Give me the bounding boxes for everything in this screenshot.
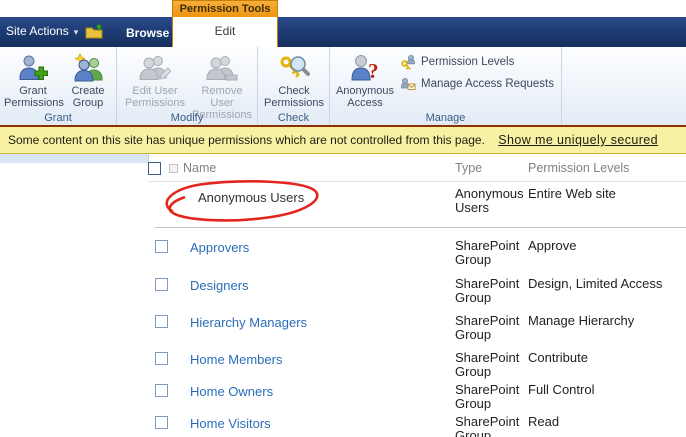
check-permissions-icon <box>278 52 310 84</box>
row-permission-levels: Full Control <box>528 382 595 397</box>
navigate-up-icon[interactable] <box>85 23 105 39</box>
table-row-home-visitors: Home Visitors SharePoint Group Read <box>0 414 686 437</box>
group-link[interactable]: Home Visitors <box>190 416 271 431</box>
ribbon-group-label-check: Check <box>277 112 310 124</box>
chevron-down-icon: ▾ <box>73 27 79 37</box>
row-permission-levels: Design, Limited Access <box>528 276 663 291</box>
row-permission-levels: Entire Web site <box>528 186 616 201</box>
permission-levels-label: Permission Levels <box>421 56 515 68</box>
row-type: SharePoint Group <box>455 238 520 267</box>
title-strip <box>0 0 686 16</box>
row-checkbox[interactable] <box>155 416 168 429</box>
permission-levels-button[interactable]: Permission Levels <box>400 54 514 70</box>
contextual-tab-group-permission-tools[interactable]: Permission Tools <box>172 0 278 17</box>
column-header-name[interactable]: Name <box>183 161 216 175</box>
row-separator <box>155 227 686 228</box>
table-row-home-members: Home Members SharePoint Group Contribute <box>0 350 686 384</box>
remove-user-permissions-button[interactable]: Remove User Permissions <box>189 50 255 121</box>
ribbon: Grant Permissions Create Group Grant Edi… <box>0 47 686 125</box>
ribbon-group-label-modify: Modify <box>170 112 204 124</box>
group-link[interactable]: Approvers <box>190 240 249 255</box>
ribbon-group-grant: Grant Permissions Create Group Grant <box>0 47 117 125</box>
anonymous-access-button[interactable]: ? Anonymous Access <box>334 50 396 109</box>
grant-permissions-label: Grant Permissions <box>4 85 64 109</box>
ribbon-group-modify: Edit User Permissions Remove User Permis… <box>117 47 258 125</box>
status-message: Some content on this site has unique per… <box>8 133 485 147</box>
manage-access-requests-button[interactable]: Manage Access Requests <box>400 76 554 92</box>
row-type: SharePoint Group <box>455 414 520 437</box>
table-row-designers: Designers SharePoint Group Design, Limit… <box>0 276 686 310</box>
edit-user-permissions-label: Edit User Permissions <box>125 85 185 109</box>
svg-text:?: ? <box>368 59 379 83</box>
tab-edit[interactable]: Edit <box>172 17 278 47</box>
anonymous-access-icon: ? <box>349 52 381 84</box>
tab-browse[interactable]: Browse <box>118 24 177 42</box>
table-row-home-owners: Home Owners SharePoint Group Full Contro… <box>0 382 686 416</box>
permission-levels-icon <box>400 54 416 70</box>
status-bar: Some content on this site has unique per… <box>0 127 686 154</box>
manage-access-requests-label: Manage Access Requests <box>421 78 554 90</box>
row-type: SharePoint Group <box>455 276 520 305</box>
ribbon-group-label-manage: Manage <box>425 112 466 124</box>
create-group-button[interactable]: Create Group <box>62 50 114 109</box>
grant-permissions-icon <box>17 52 49 84</box>
edit-user-permissions-icon <box>139 52 172 84</box>
sharepoint-permissions-page: Permission Tools Site Actions ▾ Browse Ed… <box>0 0 686 437</box>
row-type: SharePoint Group <box>455 350 520 379</box>
create-group-icon <box>72 52 104 84</box>
group-link[interactable]: Home Owners <box>190 384 273 399</box>
row-permission-levels: Contribute <box>528 350 588 365</box>
row-type: Anonymous Users <box>455 186 524 215</box>
show-uniquely-secured-link[interactable]: Show me uniquely secured <box>498 133 658 147</box>
column-header-permission-levels[interactable]: Permission Levels <box>528 161 629 175</box>
row-permission-levels: Manage Hierarchy <box>528 313 635 328</box>
group-link[interactable]: Hierarchy Managers <box>190 315 307 330</box>
quick-launch-top-strip <box>0 154 149 163</box>
ribbon-group-check: Check Permissions Check <box>258 47 330 125</box>
row-type: SharePoint Group <box>455 382 520 411</box>
ribbon-group-label-grant: Grant <box>44 112 72 124</box>
row-checkbox[interactable] <box>155 240 168 253</box>
row-checkbox[interactable] <box>155 315 168 328</box>
anonymous-access-label: Anonymous Access <box>335 85 395 109</box>
header-divider <box>148 181 686 182</box>
check-permissions-label: Check Permissions <box>264 85 324 109</box>
header-sort-icon <box>169 164 178 173</box>
table-row-anonymous-users: Anonymous Users Anonymous Users Entire W… <box>0 186 686 220</box>
ribbon-group-manage: ? Anonymous Access Permission Levels Man… <box>330 47 562 125</box>
edit-user-permissions-button[interactable]: Edit User Permissions <box>123 50 187 109</box>
row-name-text[interactable]: Anonymous Users <box>198 190 304 205</box>
top-navigation-bar: Site Actions ▾ Browse Edit <box>0 17 686 47</box>
table-row-hierarchy-managers: Hierarchy Managers SharePoint Group Mana… <box>0 313 686 347</box>
grant-permissions-button[interactable]: Grant Permissions <box>4 50 64 109</box>
site-actions-menu[interactable]: Site Actions ▾ <box>6 24 78 38</box>
manage-access-requests-icon <box>400 76 416 92</box>
select-all-checkbox[interactable] <box>148 162 161 175</box>
row-type: SharePoint Group <box>455 313 520 342</box>
group-link[interactable]: Home Members <box>190 352 282 367</box>
row-checkbox[interactable] <box>155 278 168 291</box>
group-link[interactable]: Designers <box>190 278 249 293</box>
site-actions-label: Site Actions <box>6 24 69 38</box>
check-permissions-button[interactable]: Check Permissions <box>260 50 328 109</box>
remove-user-permissions-icon <box>206 52 238 84</box>
row-checkbox[interactable] <box>155 352 168 365</box>
column-header-type[interactable]: Type <box>455 161 482 175</box>
row-permission-levels: Read <box>528 414 560 429</box>
create-group-label: Create Group <box>71 85 105 109</box>
row-checkbox[interactable] <box>155 384 168 397</box>
table-row-approvers: Approvers SharePoint Group Approve <box>0 238 686 272</box>
row-permission-levels: Approve <box>528 238 577 253</box>
